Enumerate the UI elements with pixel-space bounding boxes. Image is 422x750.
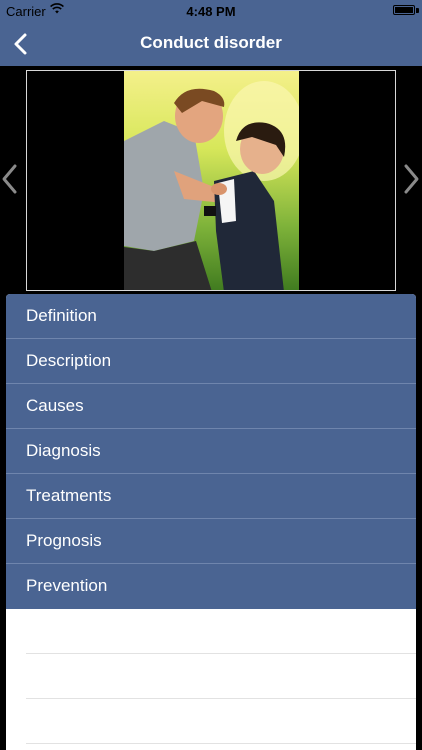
menu-item-description[interactable]: Description bbox=[6, 339, 416, 384]
topic-photo bbox=[124, 71, 299, 290]
top-bar: Carrier 4:48 PM Conduct disorder bbox=[0, 0, 422, 66]
menu-item-definition[interactable]: Definition bbox=[6, 294, 416, 339]
app-screen: Carrier 4:48 PM Conduct disorder Definit… bbox=[0, 0, 422, 750]
battery-level bbox=[395, 7, 413, 13]
battery-tip bbox=[416, 8, 419, 13]
topic-menu: Definition Description Causes Diagnosis … bbox=[6, 294, 416, 750]
navigation-bar: Conduct disorder bbox=[0, 22, 422, 66]
empty-table-area bbox=[6, 609, 416, 744]
menu-item-treatments[interactable]: Treatments bbox=[6, 474, 416, 519]
chevron-left-icon bbox=[14, 33, 27, 55]
menu-item-prevention[interactable]: Prevention bbox=[6, 564, 416, 609]
page-title: Conduct disorder bbox=[140, 33, 282, 52]
back-button[interactable] bbox=[8, 30, 36, 58]
image-gallery bbox=[0, 66, 422, 296]
chevron-left-icon bbox=[2, 164, 17, 194]
previous-image-button[interactable] bbox=[0, 162, 20, 196]
menu-item-causes[interactable]: Causes bbox=[6, 384, 416, 429]
photo-frame bbox=[26, 70, 396, 291]
menu-item-prognosis[interactable]: Prognosis bbox=[6, 519, 416, 564]
empty-row bbox=[26, 654, 416, 699]
battery-icon bbox=[393, 5, 415, 15]
empty-row bbox=[26, 699, 416, 744]
menu-list: Definition Description Causes Diagnosis … bbox=[6, 294, 416, 609]
status-bar: Carrier 4:48 PM bbox=[0, 0, 422, 22]
menu-item-diagnosis[interactable]: Diagnosis bbox=[6, 429, 416, 474]
empty-row bbox=[26, 609, 416, 654]
next-image-button[interactable] bbox=[401, 162, 421, 196]
chevron-right-icon bbox=[404, 164, 419, 194]
status-time: 4:48 PM bbox=[186, 4, 236, 19]
